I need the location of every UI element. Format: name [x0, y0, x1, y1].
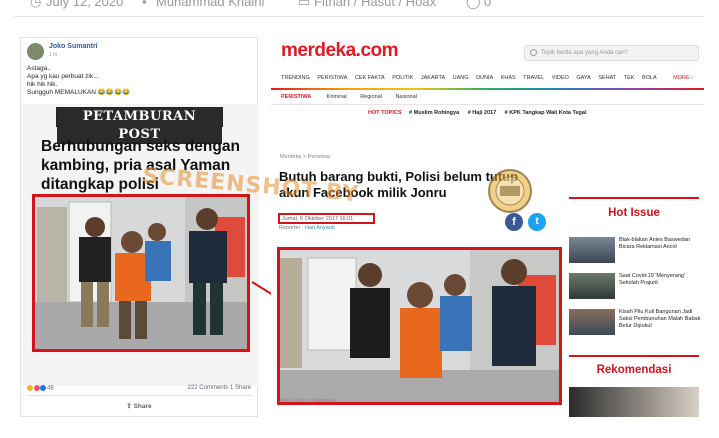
- reporter-name[interactable]: Hari Ariyanti: [305, 225, 335, 231]
- thumbnail: [569, 387, 699, 417]
- reaction-summary[interactable]: 48: [27, 385, 54, 392]
- reaction-count: 48: [47, 385, 54, 392]
- search-icon: [530, 49, 537, 56]
- nav-item[interactable]: VIDEO: [552, 75, 569, 81]
- petamburan-post-logo: PETAMBURAN POST: [56, 107, 223, 144]
- article-photo: [277, 247, 562, 405]
- hot-issue-item[interactable]: Kisah Pilu Kuli Bangunan Jadi Saksi Pemb…: [569, 309, 701, 337]
- nav-item[interactable]: POLITIK: [392, 75, 413, 81]
- nav-item[interactable]: KHAS: [501, 75, 516, 81]
- turnbackhoax-seal-icon: [488, 169, 532, 213]
- hot-issue-title: Blak-blakan Anies Baswedan Bicara Reklam…: [619, 237, 690, 250]
- post-line: Apa yg kau perbuat zik...: [27, 73, 99, 80]
- thumbnail: [569, 309, 615, 335]
- nav-item[interactable]: GAYA: [576, 75, 590, 81]
- post-line: Sungguh MEMALUKAN 😂😂😂😂: [27, 89, 131, 96]
- reporter-label: Reporter :: [279, 225, 304, 231]
- clock-icon: ◷: [30, 0, 42, 9]
- meta-divider: [14, 16, 704, 17]
- facebook-post-screenshot: Joko Sumantri 1 hr Astaga.. Apa yg kau p…: [20, 37, 259, 417]
- article-date: Jumat, 6 Oktober 2017 16:01: [278, 213, 375, 224]
- nav-item[interactable]: CEK FAKTA: [355, 75, 385, 81]
- facebook-icon: f: [512, 216, 516, 228]
- comments-count[interactable]: 222 Comments: [188, 385, 229, 391]
- comment-icon: ◯: [466, 0, 481, 9]
- news-page-screenshot: merdeka.com Topik berita apa yang Anda c…: [271, 37, 704, 427]
- post-text: Astaga.. Apa yg kau perbuat zik... hik h…: [27, 65, 247, 97]
- nav-item[interactable]: TRENDING: [281, 75, 310, 81]
- meta-date: July 12, 2020: [46, 0, 124, 9]
- nav-item[interactable]: TEK: [624, 75, 635, 81]
- post-author[interactable]: Joko Sumantri: [49, 43, 98, 50]
- love-react-icon: [33, 385, 40, 391]
- search-input[interactable]: Topik berita apa yang Anda cari?: [524, 45, 699, 61]
- photo-caption: Jonru Ginting. ©Istimewa: [279, 398, 335, 404]
- hot-topics-label: HOT TOPICS: [368, 110, 402, 116]
- nav-color-bar: [271, 88, 704, 90]
- share-label: Share: [133, 403, 152, 410]
- hot-issue-title: Saat Covid-19 'Menyerang' Sekolah Prajur…: [619, 273, 685, 286]
- subnav-item[interactable]: Nasional: [395, 94, 416, 100]
- search-placeholder: Topik berita apa yang Anda cari?: [541, 50, 629, 56]
- post-time: 1 hr: [49, 52, 58, 58]
- breadcrumb[interactable]: Merdeka > Peristiwa: [280, 154, 330, 160]
- share-button[interactable]: ⇪ Share: [21, 402, 257, 410]
- subnav-item[interactable]: Regional: [360, 94, 382, 100]
- article-meta-bar: ◷ July 12, 2020 ▪ Muhammad Khairil ▭ Fit…: [0, 0, 719, 14]
- nav-item[interactable]: UANG: [453, 75, 469, 81]
- sub-nav: PERISTIWA Kriminal Regional Nasional: [281, 94, 429, 100]
- thumbnail: [569, 237, 615, 263]
- hot-issue-item[interactable]: Blak-blakan Anies Baswedan Bicara Reklam…: [569, 237, 701, 265]
- post-line: hik hik hik.: [27, 81, 58, 88]
- facebook-share-button[interactable]: f: [505, 213, 523, 231]
- like-react-icon: [40, 385, 47, 391]
- twitter-share-button[interactable]: t: [528, 213, 546, 231]
- post-divider: [27, 395, 251, 396]
- hot-issue-item[interactable]: Saat Covid-19 'Menyerang' Sekolah Prajur…: [569, 273, 701, 301]
- nav-item[interactable]: TRAVEL: [523, 75, 544, 81]
- subnav-item[interactable]: Kriminal: [327, 94, 347, 100]
- nav-item[interactable]: BOLA: [642, 75, 657, 81]
- hot-issue-title: Kisah Pilu Kuli Bangunan Jadi Saksi Pemb…: [619, 309, 701, 329]
- meta-categories[interactable]: Fitnah / Hasut / Hoax: [314, 0, 436, 9]
- subnav-active[interactable]: PERISTIWA: [281, 94, 311, 100]
- avatar: [27, 43, 44, 60]
- rekomendasi-heading: Rekomendasi: [596, 364, 672, 376]
- hot-topic-link[interactable]: # Haji 2017: [468, 110, 496, 116]
- folder-icon: ▭: [298, 0, 311, 9]
- nav-item[interactable]: PERISTIWA: [317, 75, 347, 81]
- sidebar-divider: [569, 197, 699, 199]
- article-reporter: Reporter : Hari Ariyanti: [279, 225, 335, 231]
- twitter-icon: t: [535, 216, 539, 227]
- rekomendasi-item[interactable]: [569, 387, 701, 417]
- thumbnail: [569, 273, 615, 299]
- meta-comments[interactable]: 0: [484, 0, 491, 9]
- post-image: PETAMBURAN POST Berhubungan seks dengan …: [21, 104, 259, 386]
- nav-item[interactable]: SEHAT: [598, 75, 616, 81]
- sidebar-divider: [569, 355, 699, 357]
- engagement-counts: 222 Comments 1 Share: [188, 385, 251, 391]
- nav-item[interactable]: JAKARTA: [421, 75, 445, 81]
- share-icon: ⇪: [126, 403, 132, 410]
- nav-more[interactable]: MORE ›: [673, 75, 693, 81]
- post-line: Astaga..: [27, 65, 51, 72]
- subnav-divider: [271, 104, 704, 105]
- arrest-photo: [32, 194, 250, 352]
- haha-react-icon: [27, 385, 33, 391]
- nav-item[interactable]: DUNIA: [476, 75, 493, 81]
- shares-count[interactable]: 1 Share: [230, 385, 251, 391]
- hot-topic-link[interactable]: # KPK Tangkap Wali Kota Tegal: [505, 110, 587, 116]
- main-nav: TRENDING PERISTIWA CEK FAKTA POLITIK JAK…: [281, 75, 699, 87]
- merdeka-logo[interactable]: merdeka.com: [281, 40, 399, 62]
- user-icon: ▪: [142, 0, 147, 9]
- hot-topic-link[interactable]: # Muslim Rohingya: [409, 110, 459, 116]
- hot-topics-bar: HOT TOPICS # Muslim Rohingya # Haji 2017…: [368, 110, 593, 116]
- hot-issue-heading: Hot Issue: [608, 207, 660, 219]
- meta-author[interactable]: Muhammad Khairil: [156, 0, 264, 9]
